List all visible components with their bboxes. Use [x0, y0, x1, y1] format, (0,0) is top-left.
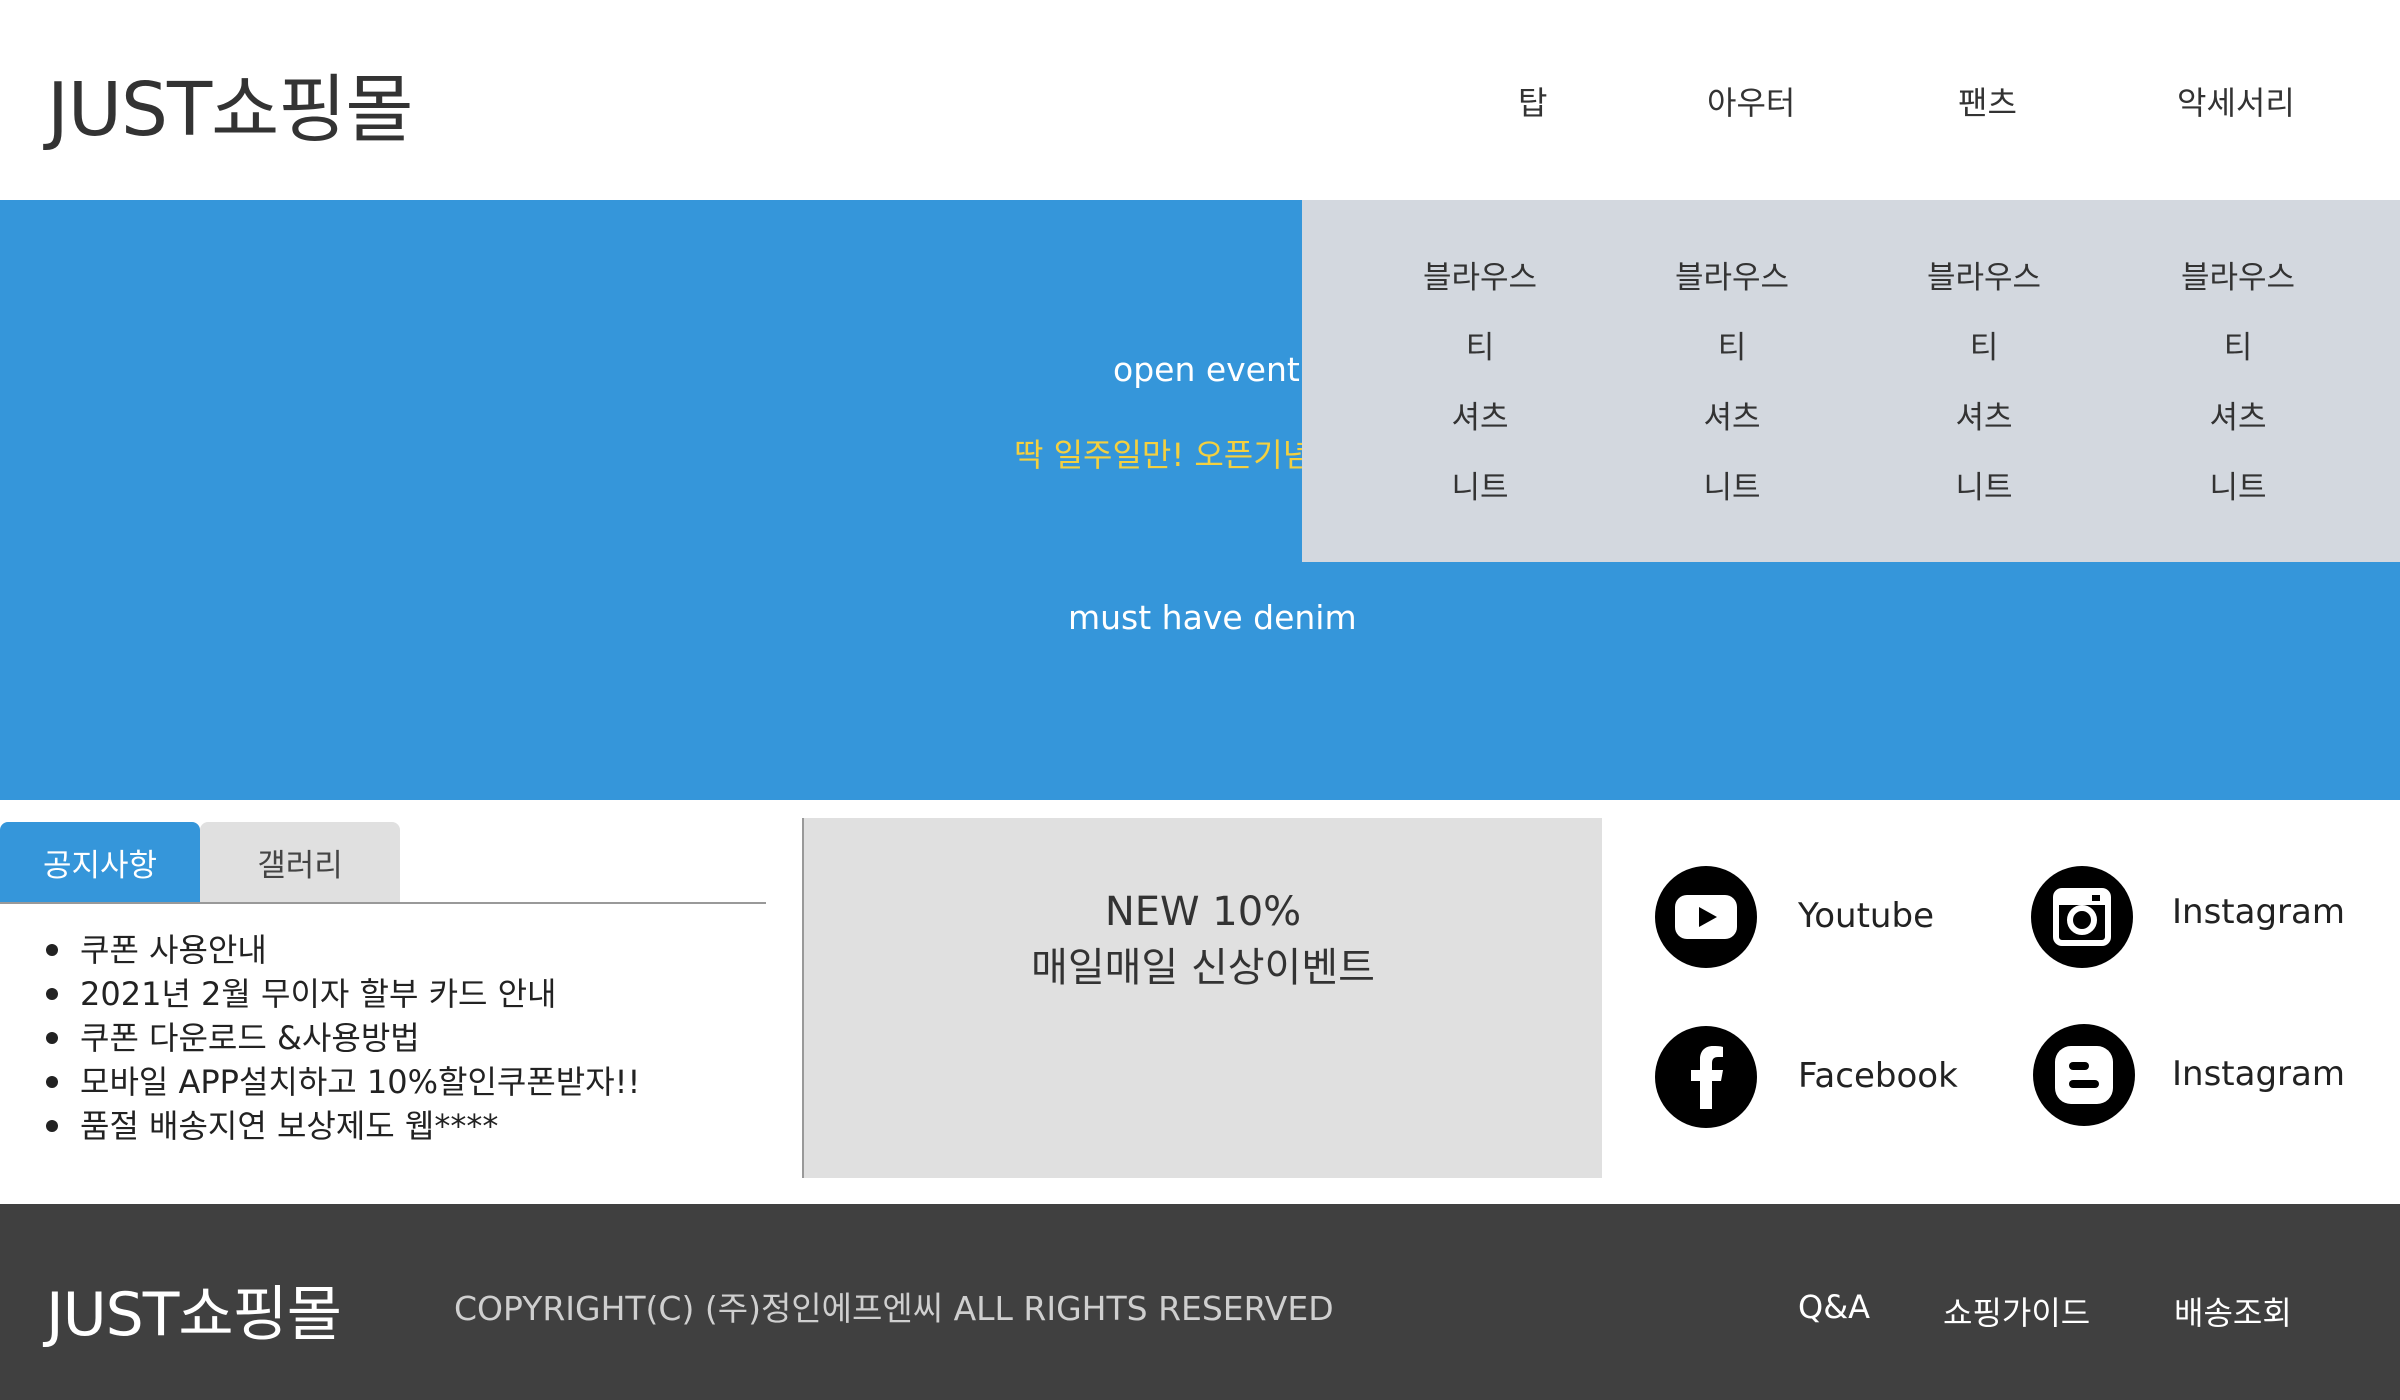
dropdown-item-knit[interactable]: 니트 [1703, 462, 1760, 507]
hero-open-event: open event [1113, 350, 1300, 389]
dropdown-item-blouse[interactable]: 블라우스 [1423, 252, 1537, 297]
dropdown-item-knit[interactable]: 니트 [1955, 462, 2012, 507]
dropdown-item-knit[interactable]: 니트 [2209, 462, 2266, 507]
footer-link-qna[interactable]: Q&A [1798, 1288, 1870, 1326]
nav-item-top[interactable]: 탑 [1518, 78, 1547, 124]
site-header: JUST쇼핑몰 탑 아우터 팬츠 악세서리 [0, 0, 2400, 200]
event-banner[interactable]: NEW 10% 매일매일 신상이벤트 [802, 818, 1602, 1178]
social-instagram[interactable] [2031, 866, 2133, 968]
social-facebook[interactable] [1655, 1026, 1757, 1128]
event-subtitle: 매일매일 신상이벤트 [1031, 945, 1375, 991]
dropdown-item-blouse[interactable]: 블라우스 [1927, 252, 2041, 297]
dropdown-item-shirt[interactable]: 셔츠 [1451, 392, 1508, 437]
dropdown-item-tee[interactable]: 티 [1466, 322, 1495, 367]
tab-divider [0, 902, 766, 904]
dropdown-item-shirt[interactable]: 셔츠 [1955, 392, 2012, 437]
social-youtube-label[interactable]: Youtube [1798, 896, 1934, 936]
footer-link-delivery[interactable]: 배송조회 [2174, 1288, 2292, 1334]
dropdown-item-tee[interactable]: 티 [1970, 322, 1999, 367]
dropdown-item-tee[interactable]: 티 [2224, 322, 2253, 367]
blogger-icon [2033, 1024, 2135, 1126]
social-blog[interactable] [2033, 1024, 2135, 1126]
dropdown-item-tee[interactable]: 티 [1718, 322, 1747, 367]
social-blog-label[interactable]: Instagram [2172, 1054, 2345, 1094]
notice-item[interactable]: 쿠폰 사용안내 [40, 928, 640, 972]
notice-item[interactable]: 쿠폰 다운로드 &사용방법 [40, 1016, 640, 1060]
instagram-icon [2031, 866, 2133, 968]
notice-item[interactable]: 2021년 2월 무이자 할부 카드 안내 [40, 972, 640, 1016]
site-logo[interactable]: JUST쇼핑몰 [47, 50, 413, 157]
hero-denim-text: must have denim [1068, 598, 1357, 637]
notice-item[interactable]: 품절 배송지연 보상제도 웹**** [40, 1104, 640, 1148]
facebook-icon [1655, 1026, 1757, 1128]
dropdown-item-blouse[interactable]: 블라우스 [1675, 252, 1789, 297]
dropdown-item-shirt[interactable]: 셔츠 [2209, 392, 2266, 437]
notice-list: 쿠폰 사용안내 2021년 2월 무이자 할부 카드 안내 쿠폰 다운로드 &사… [40, 928, 640, 1148]
footer-logo[interactable]: JUST쇼핑몰 [46, 1266, 342, 1353]
nav-item-accessory[interactable]: 악세서리 [2177, 78, 2295, 124]
nav-item-pants[interactable]: 팬츠 [1958, 78, 2017, 124]
social-instagram-label[interactable]: Instagram [2172, 892, 2345, 932]
event-title: NEW 10% [1104, 889, 1302, 935]
dropdown-item-shirt[interactable]: 셔츠 [1703, 392, 1760, 437]
footer-link-shopping-guide[interactable]: 쇼핑가이드 [1943, 1288, 2090, 1334]
copyright-text: COPYRIGHT(C) (주)정인에프엔씨 ALL RIGHTS RESERV… [454, 1289, 1334, 1328]
social-facebook-label[interactable]: Facebook [1798, 1056, 1958, 1096]
site-footer: JUST쇼핑몰 COPYRIGHT(C) (주)정인에프엔씨 ALL RIGHT… [0, 1204, 2400, 1400]
youtube-icon [1655, 866, 1757, 968]
nav-item-outer[interactable]: 아우터 [1707, 78, 1795, 124]
tab-notice[interactable]: 공지사항 [0, 822, 200, 902]
notice-item[interactable]: 모바일 APP설치하고 10%할인쿠폰받자!! [40, 1060, 640, 1104]
tab-gallery[interactable]: 갤러리 [200, 822, 400, 902]
dropdown-item-blouse[interactable]: 블라우스 [2181, 252, 2295, 297]
social-youtube[interactable] [1655, 866, 1757, 968]
dropdown-item-knit[interactable]: 니트 [1451, 462, 1508, 507]
dropdown-menu: 블라우스 티 셔츠 니트 블라우스 티 셔츠 니트 블라우스 티 셔츠 니트 블… [1302, 200, 2400, 562]
